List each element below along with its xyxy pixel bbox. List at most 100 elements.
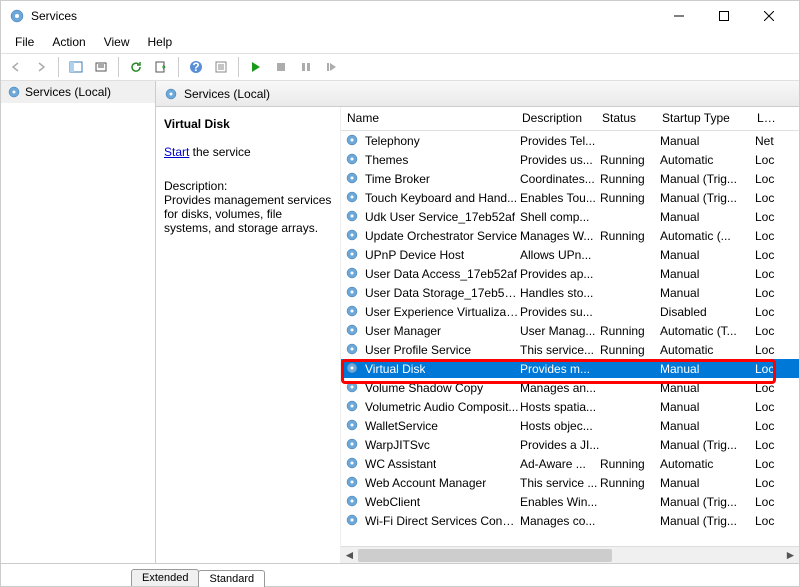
tabs: Extended Standard — [1, 564, 799, 586]
start-link[interactable]: Start — [164, 145, 189, 159]
table-row[interactable]: UPnP Device HostAllows UPn...ManualLoc — [341, 245, 799, 264]
table-row[interactable]: User Experience Virtualizati...Provides … — [341, 302, 799, 321]
table-row[interactable]: WebClientEnables Win...Manual (Trig...Lo… — [341, 492, 799, 511]
maximize-button[interactable] — [701, 1, 746, 31]
cell-status: Running — [600, 324, 660, 338]
window-title: Services — [31, 9, 656, 23]
col-startup[interactable]: Startup Type — [656, 107, 751, 130]
tab-standard[interactable]: Standard — [198, 570, 265, 587]
description-text: Provides management services for disks, … — [164, 193, 332, 235]
cell-desc: Handles sto... — [520, 286, 600, 300]
cell-desc: Coordinates... — [520, 172, 600, 186]
cell-status: Running — [600, 191, 660, 205]
table-row[interactable]: TelephonyProvides Tel...ManualNet — [341, 131, 799, 150]
gear-icon — [345, 247, 361, 263]
table-row[interactable]: User Profile ServiceThis service...Runni… — [341, 340, 799, 359]
column-headers: Name Description Status Startup Type Log — [341, 107, 799, 131]
properties-button[interactable] — [210, 56, 232, 78]
table-row[interactable]: User Data Storage_17eb52afHandles sto...… — [341, 283, 799, 302]
cell-logon: Loc — [755, 305, 785, 319]
table-row[interactable]: WalletServiceHosts objec...ManualLoc — [341, 416, 799, 435]
table-row[interactable]: Virtual DiskProvides m...ManualLoc — [341, 359, 799, 378]
cell-status: Running — [600, 172, 660, 186]
cell-name: Volume Shadow Copy — [365, 381, 483, 395]
menu-view[interactable]: View — [96, 33, 138, 51]
export-button[interactable] — [150, 56, 172, 78]
cell-logon: Loc — [755, 267, 785, 281]
tree-item-services-local[interactable]: Services (Local) — [1, 81, 155, 103]
menu-action[interactable]: Action — [44, 33, 93, 51]
cell-startup: Manual (Trig... — [660, 514, 755, 528]
cell-startup: Manual — [660, 381, 755, 395]
start-service-button[interactable] — [245, 56, 267, 78]
table-row[interactable]: Wi-Fi Direct Services Conne...Manages co… — [341, 511, 799, 530]
menu-file[interactable]: File — [7, 33, 42, 51]
table-row[interactable]: Time Broker Coordinates...RunningManual (… — [341, 169, 799, 188]
table-row[interactable]: Volumetric Audio Composit...Hosts spatia… — [341, 397, 799, 416]
gear-icon — [345, 190, 361, 206]
refresh-button[interactable] — [125, 56, 147, 78]
cell-name: User Data Storage_17eb52af — [365, 286, 520, 300]
col-logon[interactable]: Log — [751, 107, 781, 130]
cell-status: Running — [600, 229, 660, 243]
cell-desc: Provides us... — [520, 153, 600, 167]
cell-status: Running — [600, 476, 660, 490]
cell-logon: Loc — [755, 476, 785, 490]
cell-name: Volumetric Audio Composit... — [365, 400, 518, 414]
cell-desc: Allows UPn... — [520, 248, 600, 262]
restart-service-button[interactable] — [320, 56, 342, 78]
col-name[interactable]: Name — [341, 107, 516, 130]
close-button[interactable] — [746, 1, 791, 31]
table-row[interactable]: User Data Access_17eb52afProvides ap...M… — [341, 264, 799, 283]
table-row[interactable]: WC AssistantAd-Aware ...RunningAutomatic… — [341, 454, 799, 473]
table-row[interactable]: Update Orchestrator ServiceManages W...R… — [341, 226, 799, 245]
cell-startup: Manual (Trig... — [660, 495, 755, 509]
table-row[interactable]: Volume Shadow CopyManages an...ManualLoc — [341, 378, 799, 397]
gear-icon — [345, 494, 361, 510]
cell-name: Time Broker — [365, 172, 430, 186]
scroll-left-arrow[interactable]: ◄ — [341, 547, 358, 564]
left-pane: Services (Local) — [1, 81, 156, 563]
cell-logon: Loc — [755, 457, 785, 471]
pause-service-button[interactable] — [295, 56, 317, 78]
gear-icon — [345, 342, 361, 358]
show-hide-console-button[interactable] — [65, 56, 87, 78]
header-label: Services (Local) — [184, 87, 270, 101]
cell-name: WebClient — [365, 495, 420, 509]
cell-logon: Net — [755, 134, 785, 148]
cell-name: Telephony — [365, 134, 420, 148]
forward-button[interactable] — [30, 56, 52, 78]
horizontal-scrollbar[interactable]: ◄ ► — [341, 546, 799, 563]
cell-startup: Manual (Trig... — [660, 172, 755, 186]
table-row[interactable]: User ManagerUser Manag...RunningAutomati… — [341, 321, 799, 340]
back-button[interactable] — [5, 56, 27, 78]
stop-service-button[interactable] — [270, 56, 292, 78]
col-description[interactable]: Description — [516, 107, 596, 130]
menu-help[interactable]: Help — [140, 33, 181, 51]
cell-startup: Manual — [660, 476, 755, 490]
table-row[interactable]: WarpJITSvcProvides a JI...Manual (Trig..… — [341, 435, 799, 454]
cell-startup: Manual — [660, 134, 755, 148]
cell-name: WalletService — [365, 419, 438, 433]
help-button[interactable]: ? — [185, 56, 207, 78]
cell-desc: This service ... — [520, 476, 600, 490]
cell-name: User Experience Virtualizati... — [365, 305, 520, 319]
menubar: File Action View Help — [1, 31, 799, 53]
cell-desc: Provides su... — [520, 305, 600, 319]
minimize-button[interactable] — [656, 1, 701, 31]
cell-name: Update Orchestrator Service — [365, 229, 517, 243]
cell-logon: Loc — [755, 514, 785, 528]
cell-name: Web Account Manager — [365, 476, 486, 490]
cell-logon: Loc — [755, 229, 785, 243]
scroll-thumb[interactable] — [358, 549, 612, 562]
col-status[interactable]: Status — [596, 107, 656, 130]
table-row[interactable]: Touch Keyboard and Hand...Enables Tou...… — [341, 188, 799, 207]
tab-extended[interactable]: Extended — [131, 569, 199, 586]
gear-icon — [345, 418, 361, 434]
export-list-button[interactable] — [90, 56, 112, 78]
table-row[interactable]: Web Account Manager This service ...Runni… — [341, 473, 799, 492]
table-row[interactable]: ThemesProvides us...RunningAutomaticLoc — [341, 150, 799, 169]
scroll-right-arrow[interactable]: ► — [782, 547, 799, 564]
cell-startup: Automatic — [660, 343, 755, 357]
table-row[interactable]: Udk User Service_17eb52afShell comp...Ma… — [341, 207, 799, 226]
